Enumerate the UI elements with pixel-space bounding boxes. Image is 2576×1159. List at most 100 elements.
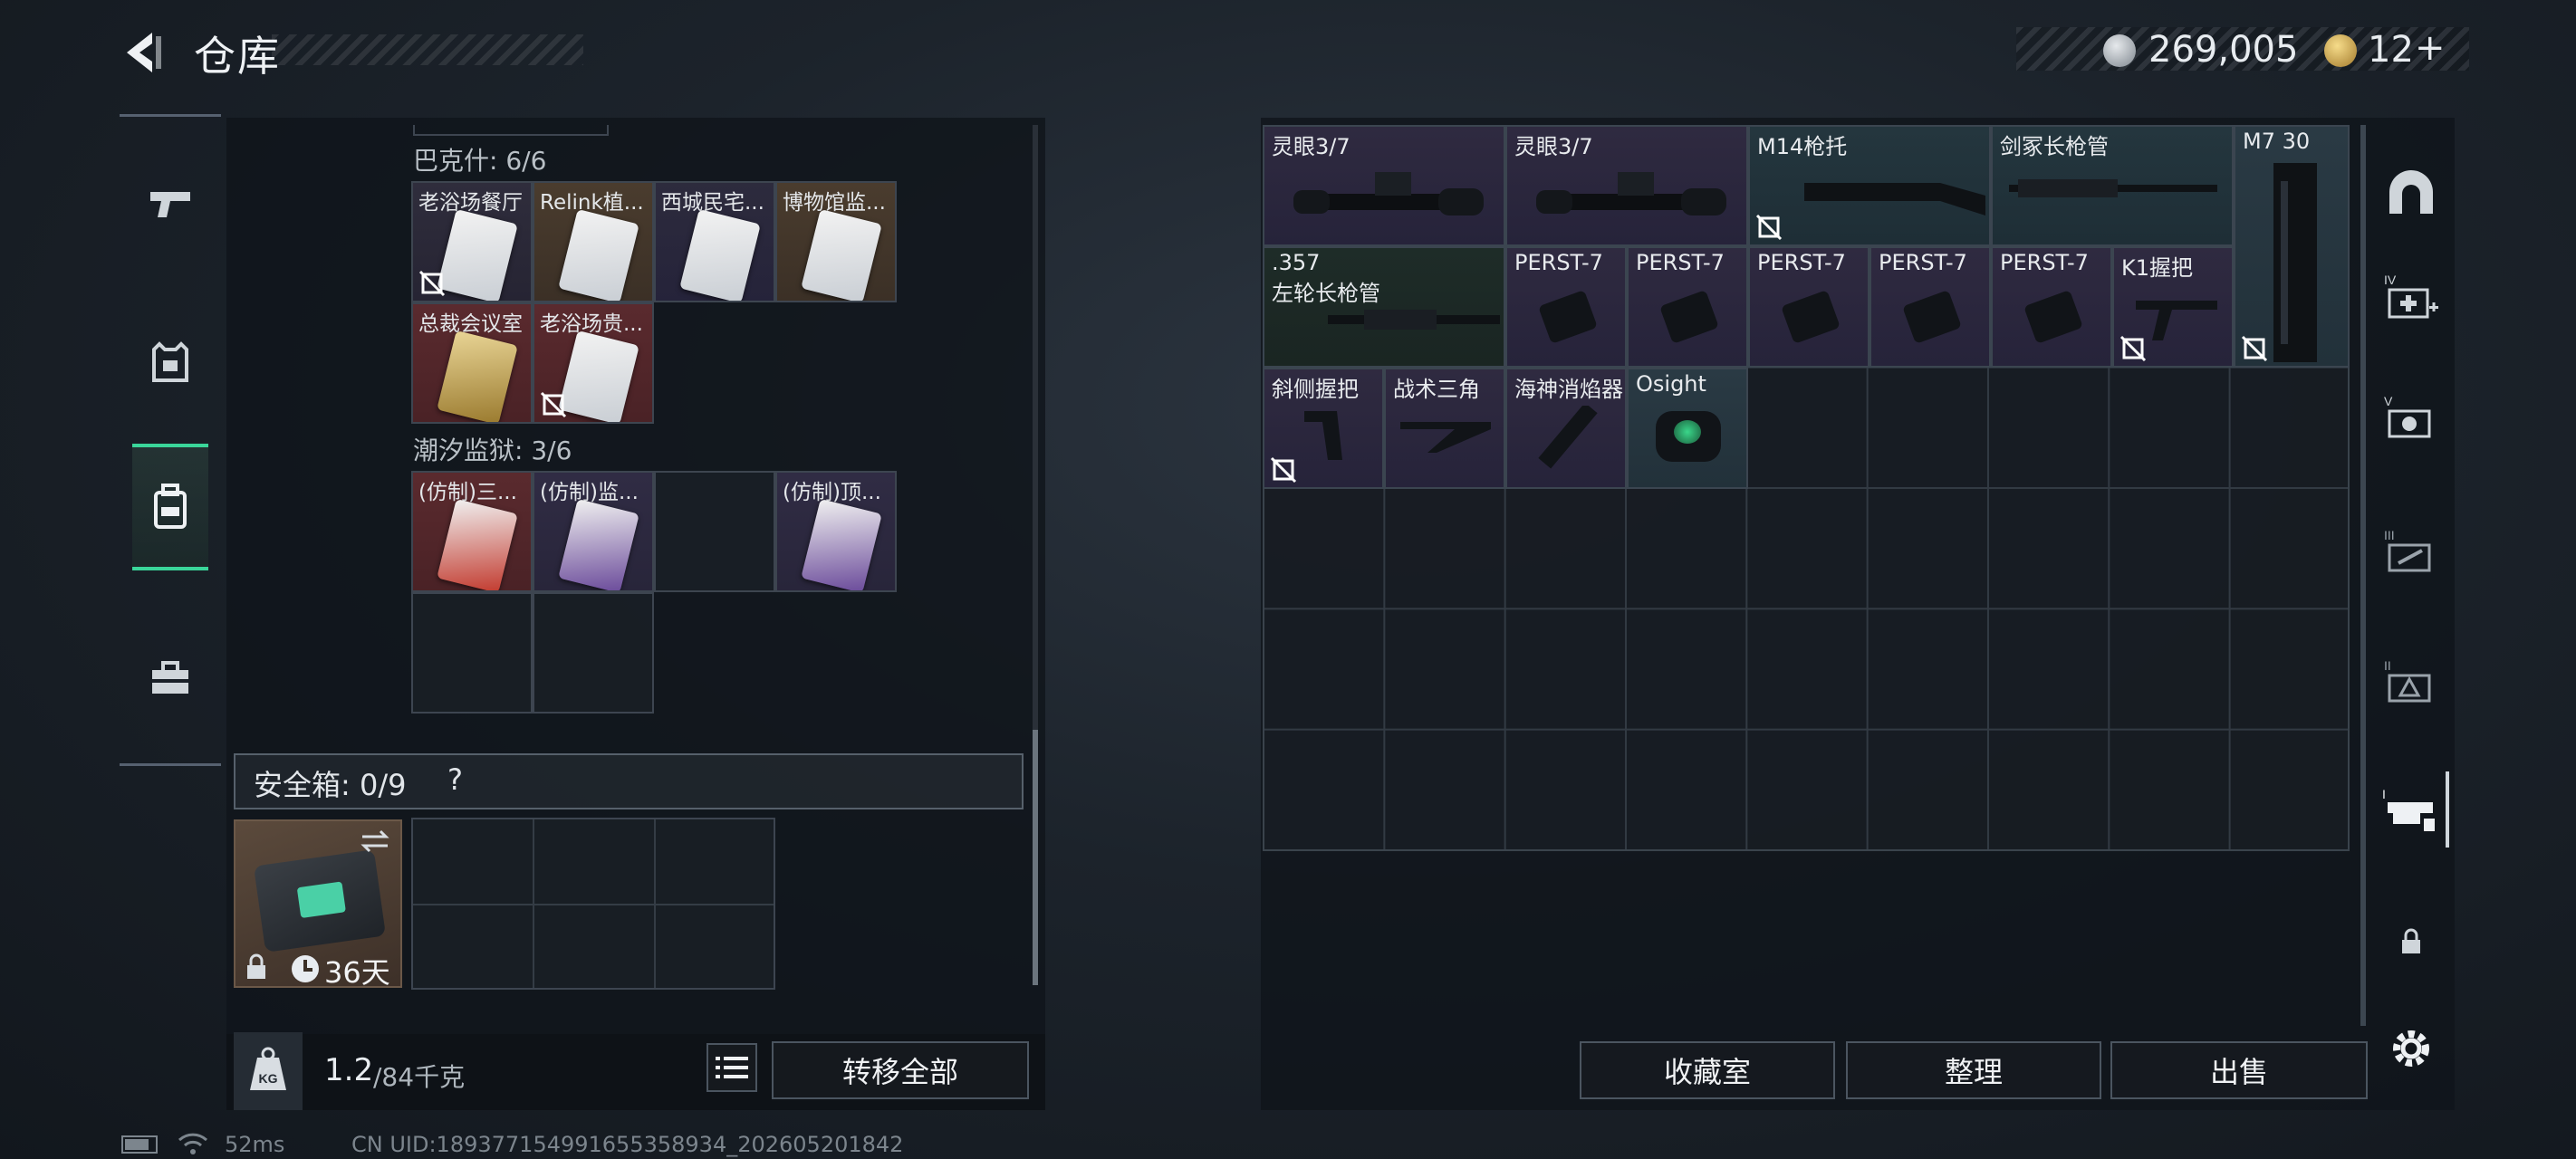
keycard-item[interactable]: Relink植... <box>533 181 654 302</box>
weight-max: /84千克 <box>373 1062 466 1092</box>
svg-text:IV: IV <box>2384 273 2397 287</box>
uid-label: CN UID:18937715499165535893​4_2026052018… <box>351 1132 904 1157</box>
keycard-image <box>558 208 639 301</box>
clock-icon <box>292 955 319 982</box>
svg-text:KG: KG <box>259 1071 278 1086</box>
filter-equipment[interactable]: V <box>2373 380 2449 456</box>
toolbox-icon <box>152 661 188 694</box>
medkit-icon: IV <box>2384 273 2438 319</box>
keycard-item[interactable]: (仿制)顶... <box>775 471 897 592</box>
safe-box-duration: 36天 <box>324 955 390 990</box>
container-label-tide-prison: 潮汐监狱: 3/6 <box>413 436 572 465</box>
stash-item-revolver-barrel[interactable]: .357 左轮长枪管 <box>1263 246 1505 368</box>
keycard-item[interactable]: 博物馆监... <box>775 181 897 302</box>
angled-grip-image <box>1304 411 1342 460</box>
no-insure-icon <box>2241 335 2268 362</box>
grip-image <box>2136 301 2217 340</box>
list-view-button[interactable] <box>706 1043 757 1092</box>
stash-item-grip[interactable]: K1握把 <box>2112 246 2234 368</box>
ticket-icon <box>2324 34 2357 67</box>
stash-item-light[interactable]: PERST-7 <box>1627 246 1748 368</box>
collection-room-button[interactable]: 收藏室 <box>1580 1041 1835 1099</box>
red-dot-sight-image <box>1656 411 1721 462</box>
keycard-item[interactable]: (仿制)监... <box>533 471 654 592</box>
svg-text:I: I <box>2382 787 2386 801</box>
stash-item-flash-hider[interactable]: 海神消焰器 <box>1505 368 1627 489</box>
sell-button[interactable]: 出售 <box>2110 1041 2368 1099</box>
stash-item-magazine[interactable]: M7 30 <box>2234 125 2350 368</box>
tactical-light-image <box>1902 290 1962 344</box>
back-button[interactable] <box>116 27 170 78</box>
stash-item-light[interactable]: PERST-7 <box>1870 246 1991 368</box>
keycard-item[interactable]: 西城民宅... <box>654 181 775 302</box>
keycard-item[interactable]: 老浴场餐厅 <box>411 181 533 302</box>
safe-box-grid[interactable] <box>411 818 775 990</box>
stash-scrollbar[interactable] <box>2360 125 2366 1026</box>
svg-text:V: V <box>2384 394 2393 408</box>
tools-icon: III <box>2384 528 2431 572</box>
stash-item-tactical-triangle[interactable]: 战术三角 <box>1384 368 1505 489</box>
stash-item-scope[interactable]: 灵眼3/7 <box>1263 125 1505 246</box>
filter-tools[interactable]: III <box>2373 514 2449 590</box>
back-arrow-icon <box>127 33 161 72</box>
stash-item-light[interactable]: PERST-7 <box>1505 246 1627 368</box>
filter-medical[interactable]: IV <box>2373 259 2449 335</box>
coin-icon <box>2103 34 2136 67</box>
stash-item-angled-grip[interactable]: 斜侧握把 <box>1263 368 1384 489</box>
tactical-light-image <box>1781 290 1841 344</box>
keycard-image <box>437 330 518 422</box>
keycard-image <box>558 330 639 422</box>
nav-armor[interactable] <box>132 299 208 426</box>
tactical-light-image <box>2023 290 2083 344</box>
no-insure-icon <box>540 391 567 418</box>
nav-backpack[interactable] <box>132 444 208 570</box>
stash-item-scope[interactable]: 灵眼3/7 <box>1505 125 1748 246</box>
armor-icon <box>152 341 188 382</box>
backpack-icon <box>154 484 187 529</box>
keycard-item[interactable]: 总裁会议室 <box>411 302 533 424</box>
empty-slot[interactable] <box>654 471 775 592</box>
ticket-amount: 12 <box>2368 29 2414 71</box>
safe-box-help-button[interactable]: ? <box>447 762 463 797</box>
nav-case[interactable] <box>132 616 208 742</box>
left-scroll-thumb[interactable] <box>1033 730 1038 985</box>
filter-keys[interactable]: II <box>2373 645 2449 721</box>
keycard-item[interactable]: (仿制)三... <box>411 471 533 592</box>
page-title: 仓库 <box>194 32 281 81</box>
sort-button[interactable]: 整理 <box>1846 1041 2101 1099</box>
filter-attachments[interactable]: I <box>2373 771 2449 848</box>
keycard-image <box>437 498 518 590</box>
safe-box-image <box>253 849 387 953</box>
tactical-light-image <box>1538 290 1598 344</box>
weight-icon-box: KG <box>234 1032 303 1110</box>
lock-filter-button[interactable] <box>2373 904 2449 980</box>
scope-image <box>1536 172 1726 216</box>
list-icon <box>716 1057 748 1078</box>
coin-amount: 269,005 <box>2148 29 2299 71</box>
transfer-all-button[interactable]: 转移全部 <box>772 1041 1029 1099</box>
revolver-barrel-image <box>1328 310 1500 330</box>
swap-icon[interactable] <box>359 829 391 854</box>
stash-item-stock[interactable]: M14枪托 <box>1748 125 1991 246</box>
scope-image <box>1293 172 1484 216</box>
safe-box-label: 安全箱: 0/9 <box>254 768 407 802</box>
triangle-grip-image <box>1400 422 1491 453</box>
settings-button[interactable] <box>2373 1011 2449 1087</box>
attachment-icon: I <box>2382 787 2435 831</box>
no-insure-icon <box>1755 214 1783 241</box>
stash-item-light[interactable]: PERST-7 <box>1748 246 1870 368</box>
empty-slot[interactable] <box>411 592 533 714</box>
battery-icon <box>121 1135 158 1154</box>
empty-slot[interactable] <box>533 592 654 714</box>
filter-all[interactable] <box>2373 154 2449 230</box>
stash-item-barrel[interactable]: 剑冢长枪管 <box>1991 125 2234 246</box>
safe-box-item[interactable]: 36天 <box>234 819 402 990</box>
stash-item-red-dot[interactable]: Osight <box>1627 368 1748 489</box>
keycard-image <box>801 208 882 301</box>
add-currency-button[interactable]: + <box>2415 27 2446 69</box>
nav-weapons[interactable] <box>132 139 208 266</box>
keycard-item[interactable]: 老浴场贵... <box>533 302 654 424</box>
lock-icon <box>247 953 265 979</box>
stash-item-light[interactable]: PERST-7 <box>1991 246 2112 368</box>
warning-box-icon: II <box>2384 658 2431 703</box>
